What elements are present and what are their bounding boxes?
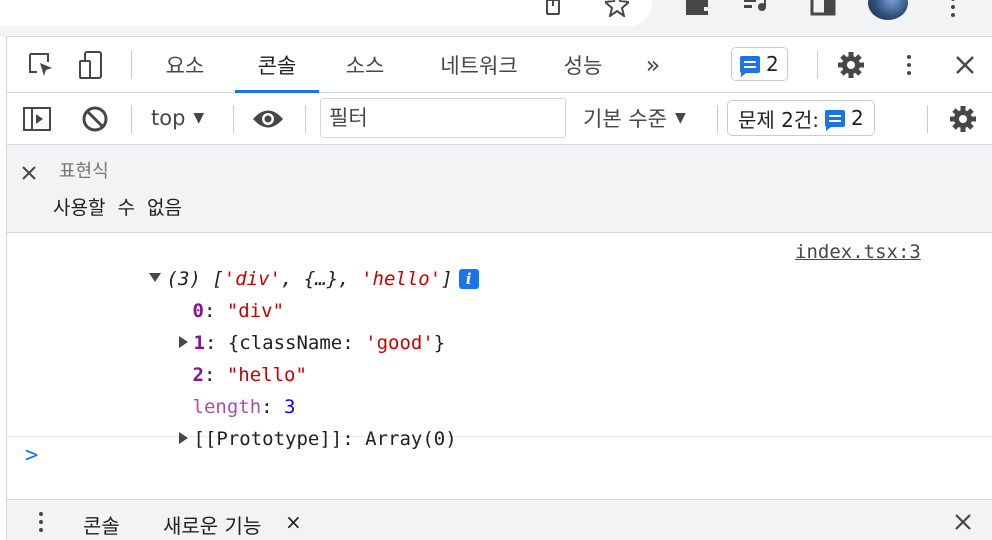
toolbar-divider <box>717 105 718 133</box>
tab-elements[interactable]: 요소 <box>153 37 217 92</box>
toolbar-divider <box>817 51 818 79</box>
browser-menu-icon[interactable] <box>940 0 966 18</box>
source-link[interactable]: index.tsx:3 <box>795 241 921 263</box>
sidebar-toggle-icon[interactable] <box>21 103 53 135</box>
inspect-element-icon[interactable] <box>25 49 57 81</box>
tab-performance[interactable]: 성능 <box>553 37 613 92</box>
share-icon[interactable] <box>540 0 566 18</box>
message-icon <box>740 55 760 77</box>
tab-console[interactable]: 콘솔 <box>235 37 319 93</box>
issues-button[interactable]: 문제 2건: 2 <box>727 100 875 136</box>
console-settings-gear-icon[interactable] <box>947 103 979 135</box>
close-drawer-icon[interactable] <box>951 510 975 534</box>
toolbar-divider <box>131 51 132 79</box>
log-level-select[interactable]: 기본 수준 ▼ <box>583 101 686 135</box>
expand-arrow-icon[interactable] <box>178 432 188 444</box>
toolbar-divider <box>305 105 306 133</box>
issues-badge-count: 2 <box>766 52 779 76</box>
device-toolbar-icon[interactable] <box>75 49 107 81</box>
issues-badge-button[interactable]: 2 <box>731 47 788 81</box>
log-level-value: 기본 수준 <box>583 107 667 131</box>
drawer-tab-whats-new[interactable]: 새로운 기능 <box>163 510 261 539</box>
clear-console-icon[interactable] <box>79 103 111 135</box>
drawer-tabbar: 콘솔 새로운 기능 × <box>7 499 992 540</box>
expression-title[interactable]: 표현식 <box>59 157 109 183</box>
live-expression-panel: 표현식 사용할 수 없음 <box>7 145 992 233</box>
dropdown-arrow-icon: ▼ <box>674 110 686 126</box>
extensions-icon[interactable] <box>684 0 710 18</box>
issues-label: 문제 2건: <box>738 107 820 132</box>
bookmark-star-icon[interactable] <box>604 0 630 18</box>
console-output: (3) ['div', {…}, 'hello'] i index.tsx:3 0… <box>7 233 992 499</box>
issues-count: 2 <box>851 106 864 130</box>
remove-expression-close-icon[interactable] <box>19 163 39 183</box>
devtools-menu-icon[interactable] <box>893 49 925 81</box>
filter-input[interactable] <box>320 98 566 138</box>
toolbar-divider <box>233 105 234 133</box>
browser-toolbar <box>0 0 992 36</box>
execution-context-select[interactable]: top ▼ <box>151 101 204 135</box>
more-tabs-button[interactable]: » <box>633 37 673 92</box>
profile-avatar[interactable] <box>868 0 908 20</box>
tab-sources[interactable]: 소스 <box>333 37 397 92</box>
settings-gear-icon[interactable] <box>835 49 867 81</box>
media-controls-icon[interactable] <box>742 0 768 18</box>
drawer-tab-console[interactable]: 콘솔 <box>83 510 120 539</box>
tab-network[interactable]: 네트워크 <box>417 37 541 92</box>
drawer-tab-close-icon[interactable]: × <box>285 510 302 534</box>
dropdown-arrow-icon: ▼ <box>193 110 205 126</box>
console-log-entry: (3) ['div', {…}, 'hello'] i index.tsx:3 0… <box>7 233 992 450</box>
console-toolbar: top ▼ 기본 수준 ▼ 문제 2건: 2 <box>7 93 992 145</box>
devtools-panel: 요소 콘솔 소스 네트워크 성능 » 2 top ▼ 필터 기본 수준 ▼ 문제… <box>6 36 992 540</box>
console-prompt[interactable]: > <box>25 443 38 468</box>
devtools-tabbar: 요소 콘솔 소스 네트워크 성능 » 2 <box>7 37 992 93</box>
drawer-menu-icon[interactable] <box>31 508 51 536</box>
prototype-row[interactable]: [[Prototype]]: Array(0) <box>87 403 457 475</box>
toolbar-divider <box>131 105 132 133</box>
expression-value: 사용할 수 없음 <box>53 197 182 219</box>
message-icon <box>825 109 846 131</box>
toolbar-divider <box>927 105 928 133</box>
close-devtools-icon[interactable] <box>949 49 981 81</box>
side-panel-icon[interactable] <box>810 0 836 18</box>
live-expression-eye-icon[interactable] <box>251 103 285 135</box>
info-icon[interactable]: i <box>458 269 479 289</box>
context-value: top <box>151 106 186 130</box>
